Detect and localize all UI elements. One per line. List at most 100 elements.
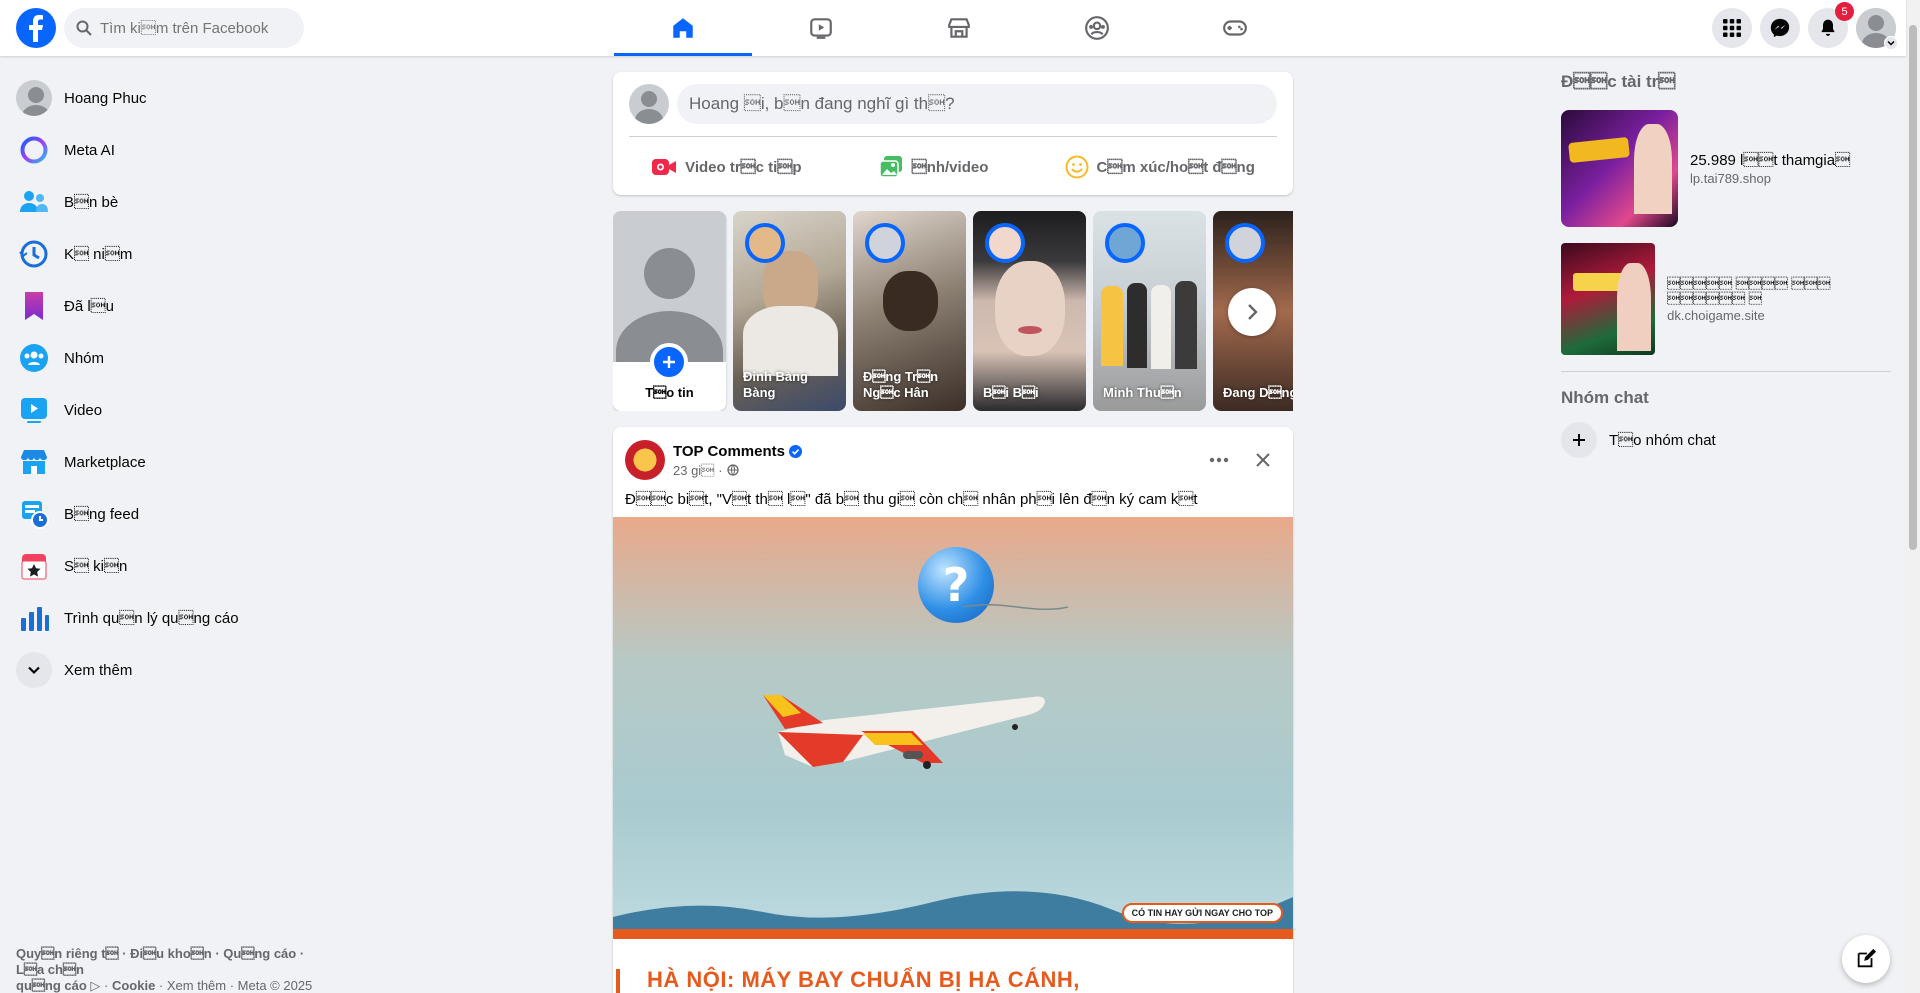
cookie-link[interactable]: Cookie [112, 978, 155, 993]
story-card[interactable]: Minh Thun [1093, 211, 1206, 411]
create-group-label: To nhóm chat [1609, 431, 1716, 449]
tab-video[interactable] [752, 0, 890, 56]
more-dots-icon [1209, 457, 1229, 463]
footer-more[interactable]: Xem thêm · Meta © 2025 [167, 978, 312, 993]
sidebar-item-label: Marketplace [64, 453, 146, 471]
sidebar-item-saved[interactable]: Đã lu [8, 280, 348, 332]
ad-choices-link[interactable]: qung cáo [16, 978, 90, 993]
create-group-chat-button[interactable]: To nhóm chat [1561, 420, 1891, 460]
notifications-button[interactable]: 5 [1808, 2, 1854, 48]
sidebar-item-label: Meta AI [64, 141, 115, 159]
search-box[interactable] [64, 8, 304, 48]
header-actions: 5 [1712, 2, 1898, 50]
sidebar-item-label: Xem thêm [64, 661, 133, 679]
more-options-button[interactable] [1201, 442, 1237, 478]
sidebar-item-see-more[interactable]: Xem thêm [8, 644, 348, 696]
globe-icon [726, 464, 739, 476]
ad-url: dk.choigame.site [1667, 307, 1765, 323]
tab-groups[interactable] [1028, 0, 1166, 56]
live-video-icon [652, 159, 677, 175]
stories-next-button[interactable] [1228, 288, 1276, 336]
post-text: Đc bit, "Vt th l" đã b thu gi cò… [625, 491, 1198, 508]
sidebar-item-profile[interactable]: Hoang Phuc [8, 72, 348, 124]
search-icon [76, 20, 92, 36]
sidebar-item-meta-ai[interactable]: Meta AI [8, 124, 348, 176]
feeling-activity-button[interactable]: Cm xúc/hot đng [1065, 147, 1255, 187]
post-image[interactable]: ? CÓ TIN HAY GỬI NGAY CHO TOP HÀ NỘI: MÁ… [613, 517, 1293, 993]
sidebar-item-label: Bng feed [64, 505, 140, 523]
stories-tray: To tin Đinh Bàng Bàng Đng Trn Ngc Hâ… [613, 211, 1293, 411]
chevron-down-icon [1884, 36, 1898, 50]
sidebar-item-feeds[interactable]: Bng feed [8, 488, 348, 540]
page-avatar[interactable] [625, 440, 665, 480]
video-icon [810, 18, 832, 39]
messenger-button[interactable] [1760, 8, 1800, 48]
ads-manager-icon [21, 607, 49, 631]
home-icon [673, 18, 693, 38]
events-icon [21, 554, 47, 580]
tab-marketplace[interactable] [890, 0, 1028, 56]
plus-button [1561, 422, 1597, 458]
sidebar-item-label: Nhóm [64, 349, 105, 367]
sponsored-ad[interactable]: 25.989 lt thamgia lp.tai789.shop [1561, 110, 1891, 227]
sidebar-item-label: Đã lu [64, 297, 115, 315]
bell-icon [1821, 19, 1835, 36]
sidebar-item-video[interactable]: Video [8, 384, 348, 436]
account-button[interactable] [1856, 8, 1898, 50]
plus-icon [663, 356, 675, 368]
post-author[interactable]: TOP Comments [673, 443, 785, 460]
post-time[interactable]: 23 gi [673, 463, 714, 478]
sidebar-item-label: Trình qun lý qung cáo [64, 609, 239, 627]
story-avatar [865, 223, 905, 263]
scrollbar[interactable] [1906, 0, 1920, 993]
hide-post-button[interactable] [1245, 442, 1281, 478]
facebook-logo[interactable] [16, 8, 56, 48]
create-story-card[interactable]: To tin [613, 211, 726, 411]
sidebar-item-label: Bn bè [64, 193, 119, 211]
facebook-f-icon [29, 15, 43, 42]
story-card[interactable]: Đng Trn Ngc Hân [853, 211, 966, 411]
footer-line1[interactable]: Quyn riêng t · Điu khon · Qung cáo … [16, 946, 304, 977]
new-message-button[interactable] [1842, 935, 1890, 983]
avatar [16, 80, 52, 116]
avatar[interactable] [629, 84, 669, 124]
messenger-icon [1770, 18, 1790, 38]
action-label: Cm xúc/hot đng [1096, 158, 1255, 176]
composer-input[interactable]: Hoang i, bn đang nghĩ gì th? [677, 84, 1277, 124]
saved-icon [25, 292, 43, 320]
close-icon [1256, 453, 1270, 467]
ad-title:      [1667, 275, 1831, 306]
menu-button[interactable] [1712, 8, 1752, 48]
sidebar-item-memories[interactable]: K nim [8, 228, 348, 280]
tab-home[interactable] [614, 0, 752, 56]
live-video-button[interactable]: Video trc tip [651, 147, 802, 187]
ad-image [1561, 110, 1678, 227]
notifications-badge: 5 [1835, 2, 1854, 21]
memories-icon [19, 240, 48, 268]
action-label: Video trc tip [685, 158, 802, 176]
create-story-label: To tin [645, 385, 694, 400]
story-name: Bi Bi [983, 385, 1039, 400]
sidebar-item-label: Video [64, 401, 103, 419]
story-avatar [985, 223, 1025, 263]
story-card[interactable]: Bi Bi [973, 211, 1086, 411]
sidebar-item-events[interactable]: S kin [8, 540, 348, 592]
story-card[interactable]: Đinh Bàng Bàng [733, 211, 846, 411]
search-input[interactable] [100, 19, 290, 37]
ad-title: 25.989 lt thamgia [1690, 151, 1851, 169]
photo-video-button[interactable]: nh/video [878, 147, 988, 187]
ad-choices-icon: ▷ [90, 978, 101, 993]
scrollbar-thumb[interactable] [1909, 25, 1917, 550]
post-composer: Hoang i, bn đang nghĩ gì th? Video tr… [613, 72, 1293, 195]
ad-url: lp.tai789.shop [1690, 170, 1771, 186]
footer-links: Quyn riêng t · Điu khon · Qung cáo … [16, 946, 313, 993]
story-name: Đang Dng [1223, 385, 1293, 400]
sidebar-item-friends[interactable]: Bn bè [8, 176, 348, 228]
create-story-plus-button[interactable] [650, 343, 688, 381]
sidebar-item-groups[interactable]: Nhóm [8, 332, 348, 384]
sidebar-item-marketplace[interactable]: Marketplace [8, 436, 348, 488]
sidebar-item-ads-manager[interactable]: Trình qun lý qung cáo [8, 592, 348, 644]
tab-gaming[interactable] [1166, 0, 1304, 56]
sponsored-ad[interactable]:      dk.choigame.site [1561, 243, 1891, 355]
story-avatar [1225, 223, 1265, 263]
